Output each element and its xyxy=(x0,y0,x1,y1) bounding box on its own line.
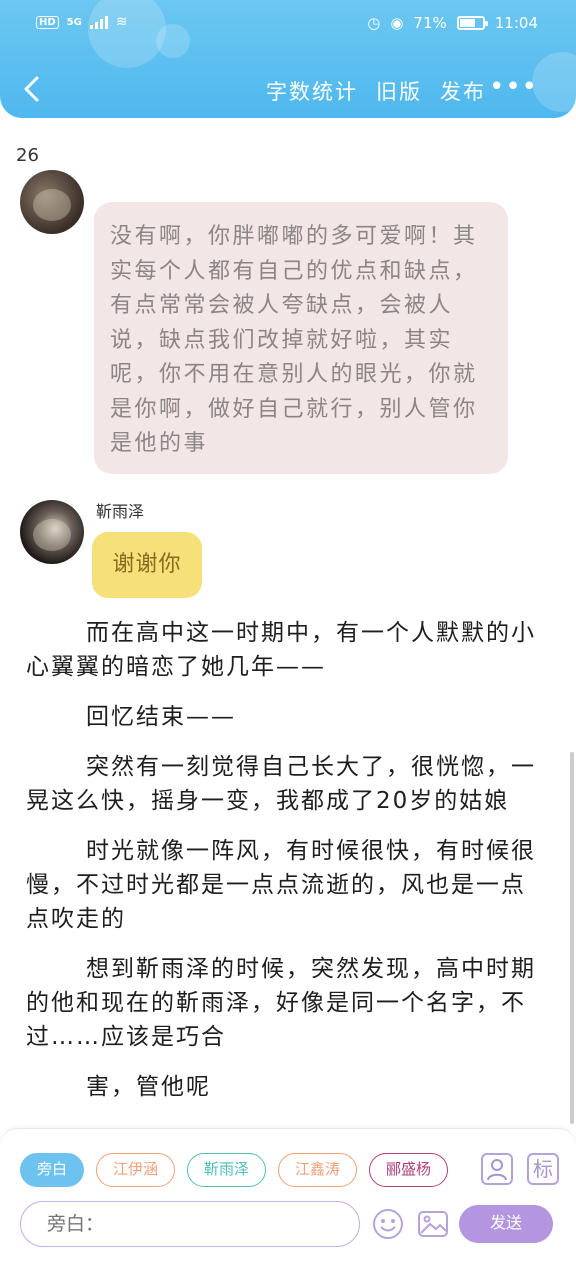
scrollbar[interactable] xyxy=(570,752,574,1124)
person-icon[interactable] xyxy=(481,1153,513,1185)
character-chip[interactable]: 旁白 xyxy=(20,1153,84,1187)
story-paragraph: 时光就像一阵风，有时候很快，有时候很慢，不过时光都是一点点流逝的，风也是一点点吹… xyxy=(26,838,536,932)
avatar[interactable] xyxy=(20,170,84,234)
chat-bubble[interactable]: 谢谢你 xyxy=(92,532,202,598)
character-chip[interactable]: 郦盛杨 xyxy=(369,1153,449,1187)
send-button[interactable]: 发送 xyxy=(459,1205,553,1243)
character-chip[interactable]: 江鑫涛 xyxy=(278,1153,358,1187)
header-bar: HD 5G ≋ ◷ ◉ 71% 11:04 字数统计 旧版 发布 ••• xyxy=(0,0,576,118)
publish-button[interactable]: 发布 xyxy=(440,76,486,106)
emoji-icon[interactable] xyxy=(372,1208,404,1240)
avatar[interactable] xyxy=(20,500,84,564)
battery-level-fill xyxy=(459,19,476,27)
story-paragraph: 想到靳雨泽的时候，突然发现，高中时期的他和现在的靳雨泽，好像是同一个名字，不过…… xyxy=(26,956,536,1050)
chat-message-text: 谢谢你 xyxy=(112,552,182,577)
old-version-button[interactable]: 旧版 xyxy=(376,76,422,106)
character-selector: 旁白 江伊涵 靳雨泽 江鑫涛 郦盛杨 xyxy=(20,1153,464,1189)
character-chip[interactable]: 靳雨泽 xyxy=(187,1153,267,1187)
chapter-counter: 26 xyxy=(16,145,39,166)
word-count-button[interactable]: 字数统计 xyxy=(266,76,358,106)
sender-name: 靳雨泽 xyxy=(96,502,145,521)
clock: 11:04 xyxy=(494,14,538,32)
signal-icon xyxy=(89,15,108,29)
story-paragraph: 回忆结束—— xyxy=(86,704,236,730)
top-nav: 字数统计 旧版 发布 ••• xyxy=(0,66,576,112)
hd-icon: HD xyxy=(36,15,59,29)
network-label: 5G xyxy=(66,16,82,28)
status-bar: HD 5G ≋ ◷ ◉ 71% 11:04 xyxy=(0,14,576,42)
back-arrow-icon[interactable] xyxy=(20,74,44,104)
chat-message-text: 没有啊，你胖嘟嘟的多可爱啊！其实每个人都有自己的优点和缺点，有点常常会被人夸缺点… xyxy=(110,224,478,456)
chat-bubble[interactable]: 没有啊，你胖嘟嘟的多可爱啊！其实每个人都有自己的优点和缺点，有点常常会被人夸缺点… xyxy=(94,202,508,474)
story-paragraph: 害，管他呢 xyxy=(86,1074,211,1100)
wifi-icon: ≋ xyxy=(115,14,128,30)
alarm-icon: ◷ xyxy=(367,14,381,32)
story-paragraph: 突然有一刻觉得自己长大了，很恍惚，一晃这么快，摇身一变，我都成了20岁的姑娘 xyxy=(26,754,536,814)
story-text[interactable]: 而在高中这一时期中，有一个人默默的小心翼翼的暗恋了她几年—— 回忆结束—— 突然… xyxy=(26,616,548,1120)
mark-icon[interactable]: 标 xyxy=(527,1153,559,1185)
battery-percent: 71% xyxy=(413,14,447,32)
character-chip[interactable]: 江伊涵 xyxy=(96,1153,176,1187)
story-paragraph: 而在高中这一时期中，有一个人默默的小心翼翼的暗恋了她几年—— xyxy=(26,620,536,680)
more-options-icon[interactable]: ••• xyxy=(489,74,538,100)
eye-icon: ◉ xyxy=(390,14,404,32)
image-icon[interactable] xyxy=(417,1208,449,1240)
battery-icon xyxy=(456,16,488,30)
message-input[interactable] xyxy=(20,1201,360,1247)
